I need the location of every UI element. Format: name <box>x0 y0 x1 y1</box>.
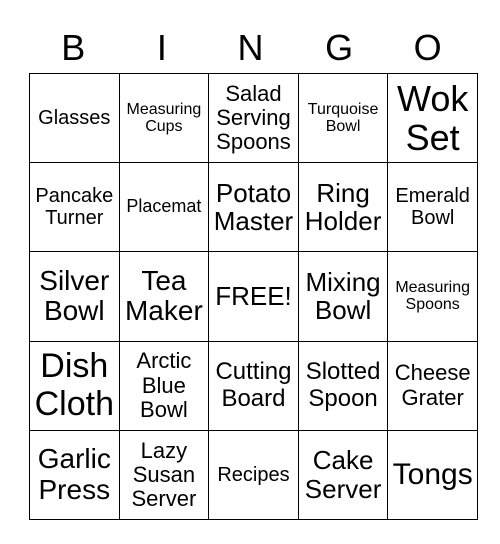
cell-text: Tongs <box>392 458 473 492</box>
bingo-cell[interactable]: Measuring Spoons <box>387 251 478 342</box>
header-letter-n: N <box>237 27 264 68</box>
cell-text: Garlic Press <box>37 443 111 505</box>
cell-text: Glasses <box>38 107 111 130</box>
bingo-cell[interactable]: Cutting Board <box>208 340 299 431</box>
grid-row: Glasses Measuring Cups Salad Serving Spo… <box>29 72 478 164</box>
bingo-header: B I N G O <box>29 26 472 70</box>
cell-text: Measuring Spoons <box>395 278 471 314</box>
cell-text: Cheese Grater <box>394 360 471 410</box>
bingo-cell[interactable]: Slotted Spoon <box>297 340 389 431</box>
grid-row: Pancake Turner Placemat Potato Master Ri… <box>29 162 478 253</box>
bingo-cell[interactable]: Glasses <box>29 72 120 164</box>
bingo-cell[interactable]: Turquoise Bowl <box>297 72 389 164</box>
cell-text: Measuring Cups <box>126 100 202 136</box>
bingo-cell[interactable]: Mixing Bowl <box>297 251 389 342</box>
bingo-cell[interactable]: Ring Holder <box>297 162 389 253</box>
cell-text: Mixing Bowl <box>305 266 381 326</box>
cell-text: Slotted Spoon <box>305 358 381 412</box>
cell-text: Potato Master <box>213 177 294 237</box>
cell-text: Arctic Blue Bowl <box>136 348 192 422</box>
header-letter-g: G <box>325 27 354 68</box>
cell-text: Lazy Susan Server <box>131 437 197 511</box>
cell-text: Silver Bowl <box>39 264 110 327</box>
bingo-cell[interactable]: Potato Master <box>208 162 299 253</box>
bingo-cell[interactable]: Measuring Cups <box>118 72 210 164</box>
bingo-cell[interactable]: Emerald Bowl <box>387 162 478 253</box>
bingo-cell[interactable]: Tea Maker <box>118 251 210 342</box>
cell-text: FREE! <box>215 281 292 312</box>
bingo-cell[interactable]: Arctic Blue Bowl <box>118 340 210 431</box>
bingo-cell[interactable]: Silver Bowl <box>29 251 120 342</box>
bingo-cell[interactable]: Lazy Susan Server <box>118 429 210 520</box>
bingo-cell[interactable]: Placemat <box>118 162 210 253</box>
cell-text: Dish Cloth <box>34 347 114 423</box>
bingo-cell[interactable]: Cake Server <box>297 429 389 520</box>
bingo-cell[interactable]: Pancake Turner <box>29 162 120 253</box>
bingo-grid: Glasses Measuring Cups Salad Serving Spo… <box>29 72 478 520</box>
cell-text: Cake Server <box>304 445 382 504</box>
cell-text: Recipes <box>217 463 290 486</box>
cell-text: Ring Holder <box>304 177 382 237</box>
cell-text: Salad Serving Spoons <box>216 80 291 155</box>
grid-row: Dish Cloth Arctic Blue Bowl Cutting Boar… <box>29 340 478 431</box>
grid-row: Garlic Press Lazy Susan Server Recipes C… <box>29 429 478 520</box>
bingo-cell[interactable]: Cheese Grater <box>387 340 478 431</box>
bingo-cell[interactable]: Tongs <box>387 429 478 520</box>
header-letter-b: B <box>61 27 86 68</box>
grid-row: Silver Bowl Tea Maker FREE! Mixing Bowl … <box>29 251 478 342</box>
bingo-cell[interactable]: Wok Set <box>387 72 478 164</box>
cell-text: Pancake Turner <box>35 185 114 230</box>
bingo-cell[interactable]: Salad Serving Spoons <box>208 72 299 164</box>
header-letter-i: I <box>156 27 167 68</box>
header-letter-o: O <box>413 27 442 68</box>
bingo-cell[interactable]: Garlic Press <box>29 429 120 520</box>
cell-text: Cutting Board <box>215 358 292 412</box>
cell-text: Wok Set <box>396 77 469 159</box>
cell-text: Turquoise Bowl <box>307 100 379 136</box>
cell-text: Tea Maker <box>124 264 203 327</box>
cell-text: Emerald Bowl <box>395 185 470 230</box>
bingo-cell[interactable]: Recipes <box>208 429 299 520</box>
bingo-cell[interactable]: Dish Cloth <box>29 340 120 431</box>
free-cell[interactable]: FREE! <box>208 251 299 342</box>
cell-text: Placemat <box>126 196 202 217</box>
